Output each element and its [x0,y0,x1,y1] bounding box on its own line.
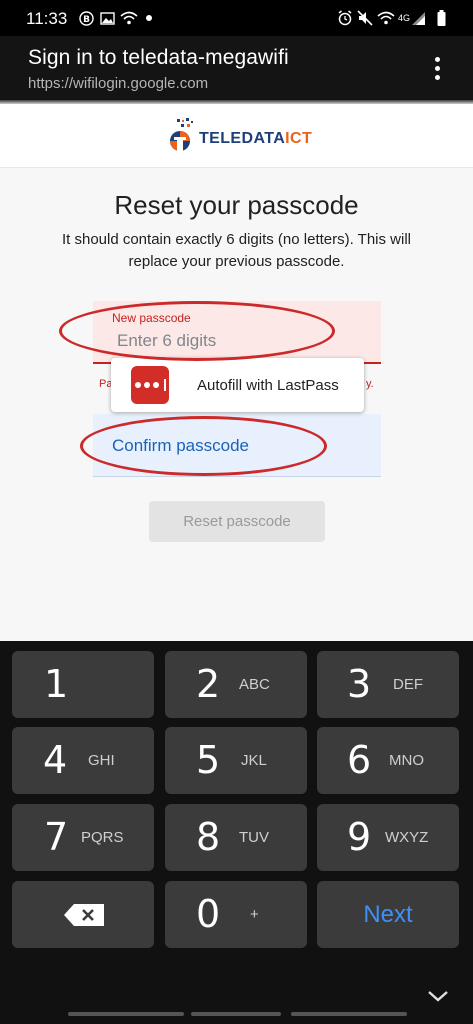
battery-icon [436,10,446,26]
b-badge-icon: B [78,10,94,26]
dot-icon [145,10,153,26]
status-time: 11:33 [26,9,68,28]
key-digit: 9 [347,815,372,859]
key-letters: ABC [239,676,270,693]
key-6[interactable]: 6 MNO [317,727,459,794]
annotation-circle-new-passcode [59,301,335,361]
key-9[interactable]: 9 WXYZ [317,804,459,871]
backspace-key[interactable] [12,881,154,948]
key-8[interactable]: 8 TUV [165,804,307,871]
error-message-end: y. [366,378,374,390]
key-letters: TUV [239,829,269,846]
brand-name-part1: TELEDATA [199,130,286,147]
key-digit: 4 [43,738,68,782]
page-title: Sign in to teledata-megawifi [28,46,289,69]
mute-icon [357,10,373,26]
key-3[interactable]: 3 DEF [317,651,459,718]
lastpass-icon [131,366,169,404]
annotation-circle-confirm-passcode [80,416,327,476]
chevron-down-icon[interactable] [424,984,452,1008]
key-letters: WXYZ [385,829,429,846]
key-letters: GHI [88,752,115,769]
logo-bar: TELEDATAICT [0,104,473,168]
key-letters: PQRS [81,829,124,846]
alarm-icon [337,10,353,26]
svg-text:B: B [83,15,90,25]
key-letters: + [250,906,259,923]
network-type-label: 4G [398,13,411,23]
nav-handle-center [191,1012,281,1016]
autofill-label: Autofill with LastPass [197,377,339,394]
wifi-icon [120,10,138,26]
backspace-icon [64,904,104,926]
key-0[interactable]: 0 + [165,881,307,948]
key-5[interactable]: 5 JKL [165,727,307,794]
status-bar: 11:33 B 4G [0,0,473,36]
form-instructions: It should contain exactly 6 digits (no l… [61,231,412,270]
page-url: https://wifilogin.google.com [28,75,209,92]
key-digit: 7 [44,815,69,859]
gallery-icon [99,10,115,26]
brand-name-part2: ICT [285,130,313,147]
key-digit: 3 [347,662,372,706]
key-4[interactable]: 4 GHI [12,727,154,794]
key-letters: DEF [393,676,423,693]
next-key[interactable]: Next [317,881,459,948]
key-2[interactable]: 2 ABC [165,651,307,718]
nav-handle-left [68,1012,184,1016]
key-digit: 6 [347,738,372,782]
browser-header: Sign in to teledata-megawifi https://wif… [0,36,473,100]
brand-name: TELEDATAICT [199,130,312,148]
more-vert-icon[interactable] [425,50,449,86]
key-letters: JKL [241,752,267,769]
numeric-keyboard: 1 2 ABC 3 DEF 4 GHI 5 JKL 6 MNO 7 PQRS 8… [0,641,473,1024]
teledata-logo-icon [170,118,193,151]
nav-handle-right [291,1012,407,1016]
next-key-label: Next [363,901,413,928]
key-digit: 0 [196,892,221,936]
4g-signal-icon: 4G [398,10,426,26]
form-heading: Reset your passcode [114,190,359,220]
key-digit: 5 [196,738,221,782]
key-digit: 2 [196,662,221,706]
key-digit: 8 [196,815,221,859]
key-digit: 1 [44,662,69,706]
reset-passcode-button[interactable]: Reset passcode [149,501,325,542]
wifi-icon [377,10,395,26]
key-7[interactable]: 7 PQRS [12,804,154,871]
key-1[interactable]: 1 [12,651,154,718]
autofill-suggestion[interactable]: Autofill with LastPass [111,358,364,412]
key-letters: MNO [389,752,424,769]
